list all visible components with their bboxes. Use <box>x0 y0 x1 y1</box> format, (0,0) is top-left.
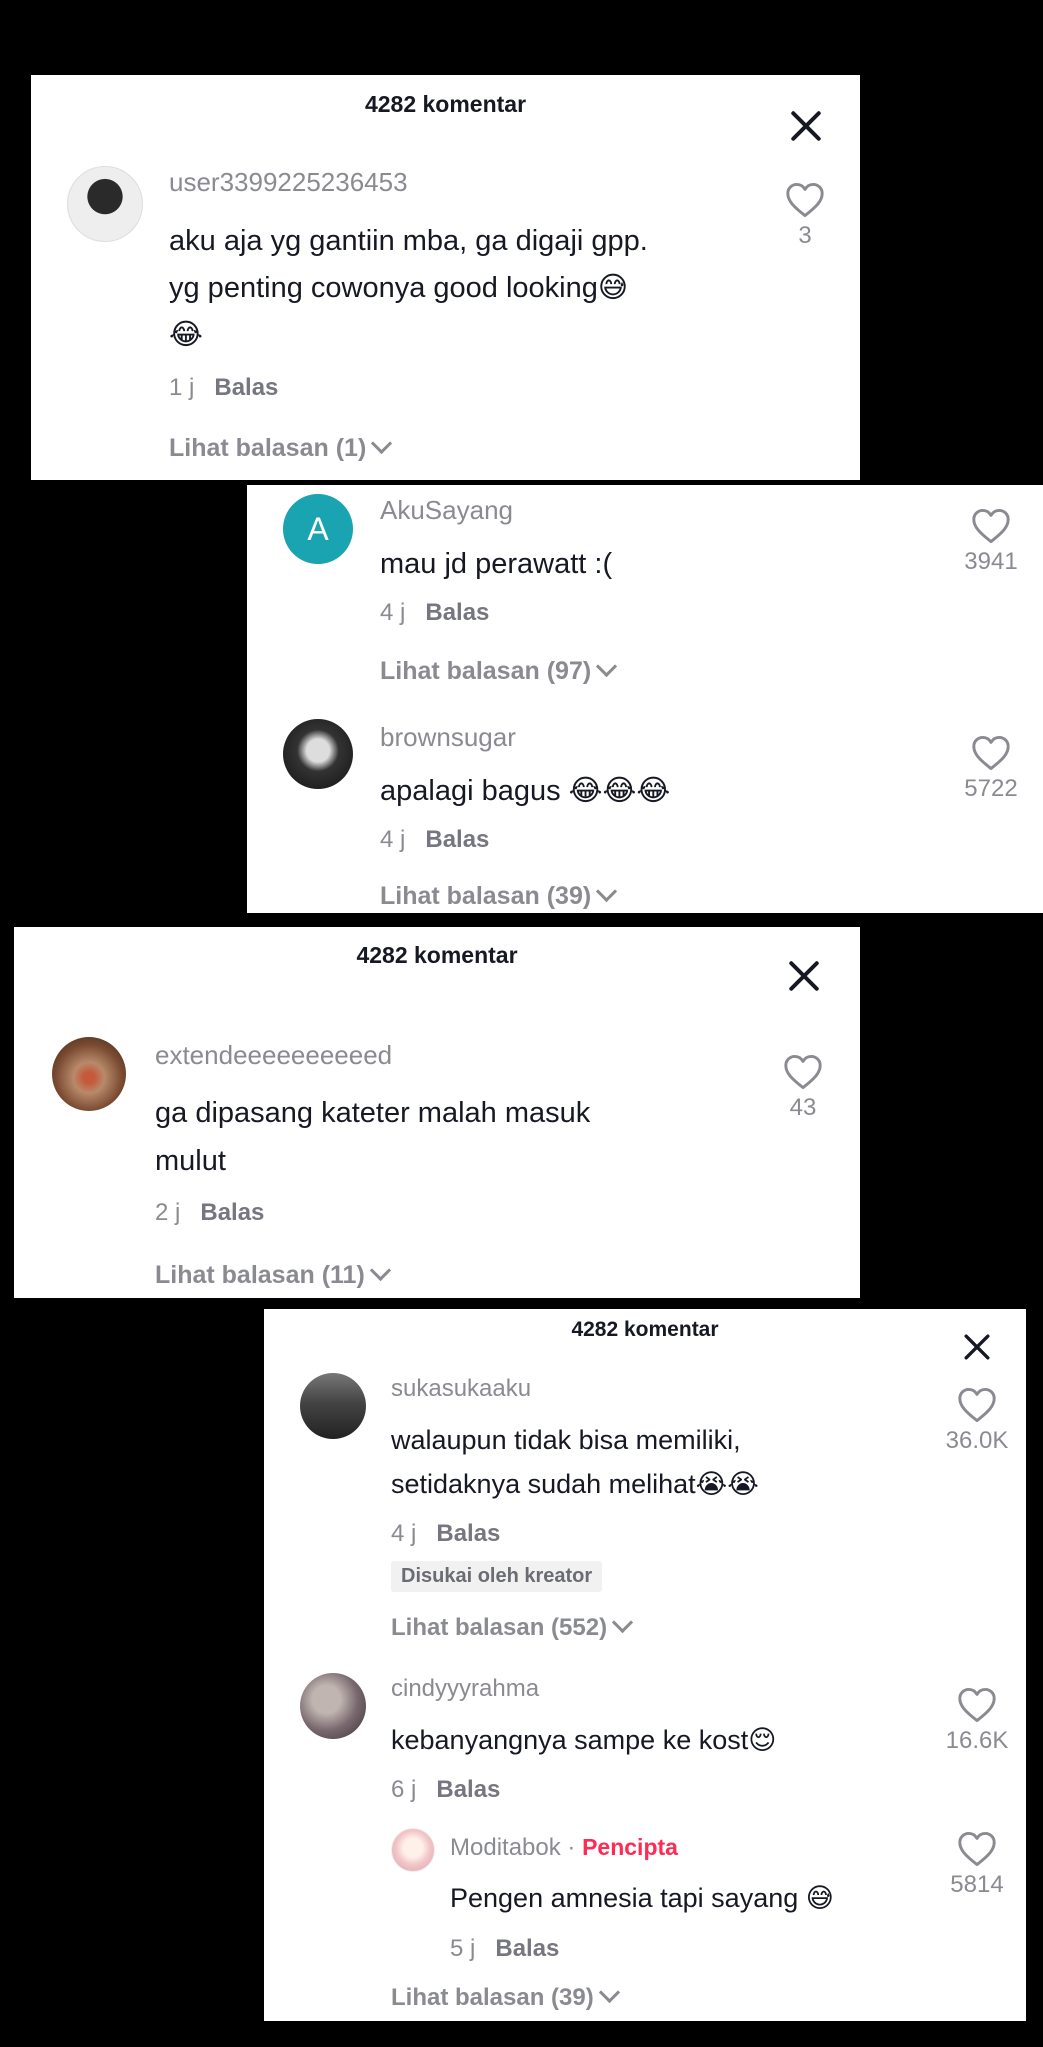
comment-time: 1 j <box>169 374 195 401</box>
like-count: 36.0K <box>945 1427 1009 1454</box>
view-replies-button[interactable]: Lihat balasan (11) <box>155 1259 391 1290</box>
comment-username[interactable]: sukasukaaku <box>391 1375 531 1403</box>
comment-time: 6 j <box>391 1776 417 1803</box>
comment-text-line: setidaknya sudah melihat😭😭 <box>391 1469 759 1499</box>
view-replies-label: Lihat balasan (39) <box>391 1984 594 2011</box>
view-replies-button[interactable]: Lihat balasan (97) <box>380 655 618 686</box>
like-button[interactable]: 43 <box>763 1054 843 1122</box>
like-count: 43 <box>789 1094 817 1121</box>
liked-by-creator-badge: Disukai oleh kreator <box>391 1561 603 1592</box>
separator-dot: · <box>567 1834 576 1861</box>
avatar[interactable]: A <box>283 494 353 564</box>
like-button[interactable]: 5814 <box>937 1831 1017 1899</box>
comment-meta: 4 j Balas <box>391 1520 500 1548</box>
avatar[interactable] <box>391 1828 435 1872</box>
chevron-down-icon <box>611 1611 634 1634</box>
chevron-down-icon <box>596 880 618 903</box>
like-count: 5722 <box>964 775 1018 802</box>
avatar[interactable] <box>283 719 353 789</box>
reply-button[interactable]: Balas <box>436 1520 500 1547</box>
comment-username[interactable]: user3399225236453 <box>169 167 408 198</box>
close-icon[interactable] <box>963 1333 992 1362</box>
heart-outline-icon <box>972 735 1010 771</box>
chevron-down-icon <box>371 432 393 455</box>
view-replies-label: Lihat balasan (552) <box>391 1614 608 1641</box>
comment-text-line: ga dipasang kateter malah masuk <box>155 1097 591 1129</box>
comment-text-line: yg penting cowonya good looking😅 <box>169 272 629 304</box>
comment-text-line: kebanyangnya sampe ke kost😌 <box>391 1725 777 1755</box>
reply-button[interactable]: Balas <box>214 374 278 401</box>
heart-outline-icon <box>972 508 1010 544</box>
view-replies-button[interactable]: Lihat balasan (39) <box>391 1981 620 2012</box>
reply-username-row: Moditabok · Pencipta <box>450 1834 678 1862</box>
comment-count-title: 4282 komentar <box>571 1318 719 1341</box>
like-button[interactable]: 3 <box>765 182 845 250</box>
avatar[interactable] <box>52 1037 126 1111</box>
comment-username[interactable]: cindyyyrahma <box>391 1675 539 1703</box>
reply-text-line: Pengen amnesia tapi sayang 😅 <box>450 1883 834 1913</box>
heart-outline-icon <box>784 1054 822 1090</box>
comment-time: 4 j <box>380 826 406 853</box>
comment-text-line: walaupun tidak bisa memiliki, <box>391 1425 741 1455</box>
like-button[interactable]: 36.0K <box>937 1387 1017 1455</box>
comment-meta: 2 j Balas <box>155 1199 264 1227</box>
reply-button[interactable]: Balas <box>436 1776 500 1803</box>
comments-panel-2: A AkuSayang mau jd perawatt :( 4 j Balas … <box>247 485 1043 913</box>
like-count: 3941 <box>964 548 1018 575</box>
view-replies-label: Lihat balasan (11) <box>155 1261 365 1289</box>
comment-count-title: 4282 komentar <box>364 91 527 117</box>
close-icon[interactable] <box>789 109 823 143</box>
heart-outline-icon <box>958 1687 996 1723</box>
comments-panel-1: 4282 komentar user3399225236453 aku aja … <box>31 75 860 480</box>
comment-text-line: mulut <box>155 1145 226 1177</box>
close-icon[interactable] <box>787 959 821 993</box>
comment-time: 4 j <box>380 599 406 626</box>
reply-button[interactable]: Balas <box>200 1199 264 1226</box>
view-replies-label: Lihat balasan (97) <box>380 657 592 685</box>
comment-text-line: 😂 <box>169 319 203 351</box>
comment-text-line: apalagi bagus 😂😂😂 <box>380 775 671 807</box>
comment-username[interactable]: brownsugar <box>380 722 516 753</box>
comments-panel-3: 4282 komentar extendeeeeeeeeeed ga dipas… <box>14 927 860 1298</box>
comment-time: 4 j <box>391 1520 417 1547</box>
comment-meta: 1 j Balas <box>169 374 278 402</box>
like-count: 5814 <box>950 1871 1004 1898</box>
comment-text-line: mau jd perawatt :( <box>380 548 613 580</box>
like-button[interactable]: 16.6K <box>937 1687 1017 1755</box>
comment-text-line: aku aja yg gantiin mba, ga digaji gpp. <box>169 225 648 257</box>
heart-outline-icon <box>958 1831 996 1867</box>
comment-meta: 4 j Balas <box>380 599 489 627</box>
reply-button[interactable]: Balas <box>425 826 489 853</box>
view-replies-button[interactable]: Lihat balasan (552) <box>391 1611 634 1642</box>
comment-time: 2 j <box>155 1199 181 1226</box>
chevron-down-icon <box>598 1981 620 2004</box>
reply-button[interactable]: Balas <box>425 599 489 626</box>
heart-outline-icon <box>786 182 824 218</box>
comments-panel-4: 4282 komentar sukasukaaku walaupun tidak… <box>264 1309 1026 2021</box>
comment-username[interactable]: AkuSayang <box>380 495 513 526</box>
reply-meta: 5 j Balas <box>450 1935 559 1963</box>
like-count: 16.6K <box>945 1727 1009 1754</box>
view-replies-label: Lihat balasan (39) <box>380 882 592 910</box>
like-button[interactable]: 3941 <box>951 508 1031 576</box>
like-count: 3 <box>798 222 812 249</box>
like-button[interactable]: 5722 <box>951 735 1031 803</box>
avatar[interactable] <box>300 1673 366 1739</box>
avatar[interactable] <box>300 1373 366 1439</box>
view-replies-label: Lihat balasan (1) <box>169 434 367 462</box>
comment-meta: 6 j Balas <box>391 1776 500 1804</box>
comment-count-title: 4282 komentar <box>356 942 518 968</box>
comment-meta: 4 j Balas <box>380 826 489 854</box>
reply-time: 5 j <box>450 1935 476 1962</box>
creator-badge: Pencipta <box>582 1834 678 1860</box>
chevron-down-icon <box>369 1259 391 1282</box>
chevron-down-icon <box>596 655 618 678</box>
reply-button[interactable]: Balas <box>495 1935 559 1962</box>
heart-outline-icon <box>958 1387 996 1423</box>
view-replies-button[interactable]: Lihat balasan (39) <box>380 880 618 911</box>
reply-username[interactable]: Moditabok <box>450 1834 561 1861</box>
avatar[interactable] <box>67 166 143 242</box>
comment-username[interactable]: extendeeeeeeeeeed <box>155 1040 392 1071</box>
view-replies-button[interactable]: Lihat balasan (1) <box>169 432 393 463</box>
